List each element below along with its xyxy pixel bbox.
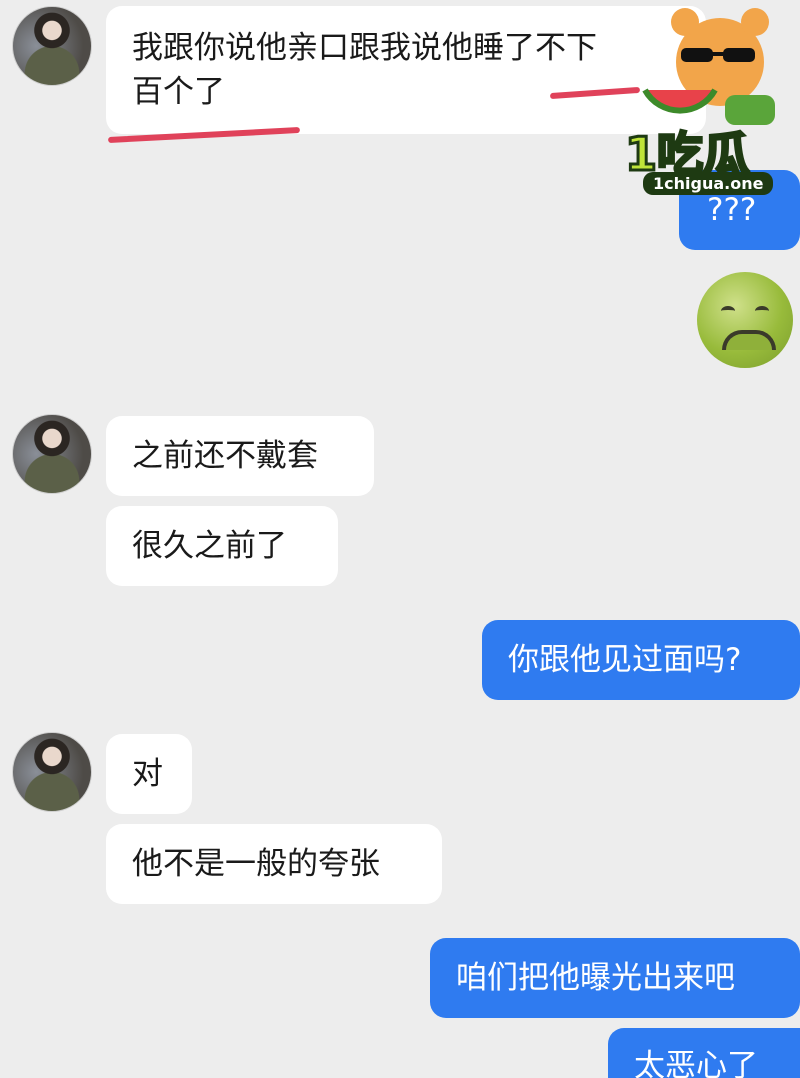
contact-avatar[interactable] [12,414,92,494]
watermark-logo: 1吃瓜 1chigua.one [615,0,800,215]
message-text: 很久之前了 [132,528,287,564]
message-bubble-outgoing[interactable]: 你跟他见过面吗? [482,620,800,700]
message-text: 他不是一般的夸张 [132,846,380,882]
watermark-site: 1chigua.one [643,172,774,195]
message-text: 之前还不戴套 [132,438,318,474]
message-bubble-incoming[interactable]: 他不是一般的夸张 [106,824,442,904]
contact-avatar[interactable] [12,732,92,812]
message-bubble-outgoing[interactable]: 太恶心了 [608,1028,800,1078]
hamster-mascot-icon [642,8,775,125]
message-bubble-incoming[interactable]: 之前还不戴套 [106,416,374,496]
message-text: 我跟你说他亲口跟我说他睡了不下 [132,30,597,66]
message-bubble-outgoing[interactable]: 咱们把他曝光出来吧 [430,938,800,1018]
message-text: 太恶心了 [634,1048,758,1078]
nauseated-face-emoji-icon[interactable] [697,272,793,368]
contact-avatar[interactable] [12,6,92,86]
message-text: 对 [132,756,163,792]
message-text: 你跟他见过面吗? [508,642,742,678]
message-bubble-incoming[interactable]: 对 [106,734,192,814]
message-text: 咱们把他曝光出来吧 [456,960,735,996]
message-bubble-incoming[interactable]: 很久之前了 [106,506,338,586]
